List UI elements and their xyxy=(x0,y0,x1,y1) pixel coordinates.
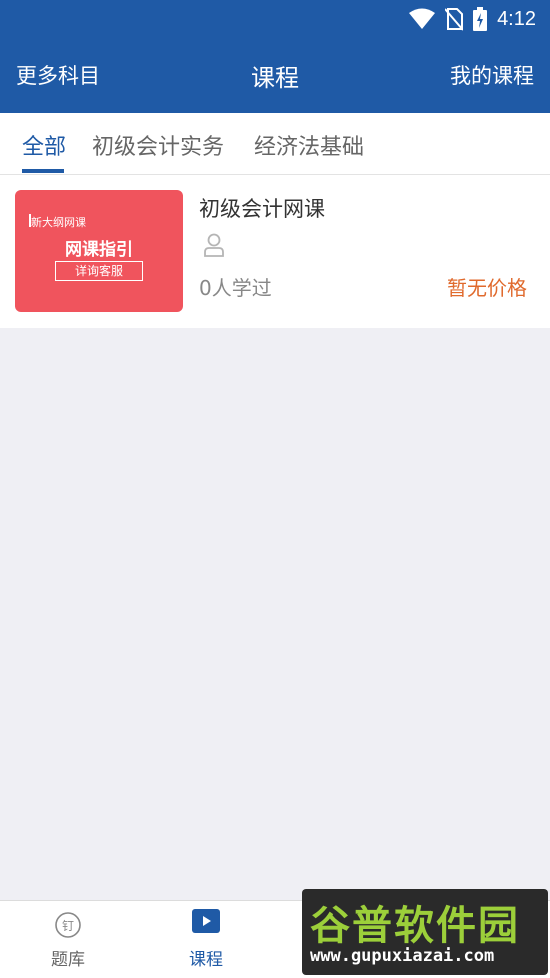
no-sim-icon xyxy=(445,8,464,31)
nav-courses-label: 课程 xyxy=(189,950,223,970)
app-header: 更多科目 课程 我的课程 xyxy=(0,38,550,113)
tab-accounting-practice[interactable]: 初级会计实务 xyxy=(92,129,224,161)
nav-question-bank-label: 题库 xyxy=(51,950,85,970)
play-video-icon xyxy=(192,909,220,933)
status-time: 4:12 xyxy=(497,7,536,30)
course-price: 暂无价格 xyxy=(447,276,527,300)
thumbnail-tag: 新大纲网课 xyxy=(31,216,86,229)
subject-tabs: 全部 初级会计实务 经济法基础 xyxy=(0,113,550,175)
thumbnail-headline: 网课指引 xyxy=(65,240,133,260)
status-icons: 4:12 xyxy=(409,6,536,32)
course-list-item[interactable]: 新大纲网课 网课指引 详询客服 初级会计网课 0人学过 暂无价格 xyxy=(0,175,550,328)
watermark-logo: 谷普软件园 www.gupuxiazai.com xyxy=(302,889,548,975)
watermark-title: 谷普软件园 xyxy=(310,903,520,949)
teacher-icon xyxy=(204,233,224,257)
tab-economic-law[interactable]: 经济法基础 xyxy=(254,129,364,161)
learner-count: 0人学过 xyxy=(199,276,272,300)
status-bar: 4:12 xyxy=(0,0,550,38)
watermark-url: www.gupuxiazai.com xyxy=(310,946,495,966)
nav-question-bank[interactable]: 钉 题库 xyxy=(8,901,128,978)
active-tab-indicator xyxy=(22,169,64,173)
question-bank-icon: 钉 xyxy=(55,912,81,938)
course-title: 初级会计网课 xyxy=(199,197,325,221)
my-courses-button[interactable]: 我的课程 xyxy=(450,60,534,90)
nav-courses[interactable]: 课程 xyxy=(146,901,266,978)
course-thumbnail: 新大纲网课 网课指引 详询客服 xyxy=(15,190,183,312)
tab-all[interactable]: 全部 xyxy=(22,129,66,161)
thumbnail-consult-label: 详询客服 xyxy=(55,261,143,281)
svg-text:钉: 钉 xyxy=(62,919,74,933)
battery-charging-icon xyxy=(473,7,488,31)
wifi-icon xyxy=(409,8,436,29)
